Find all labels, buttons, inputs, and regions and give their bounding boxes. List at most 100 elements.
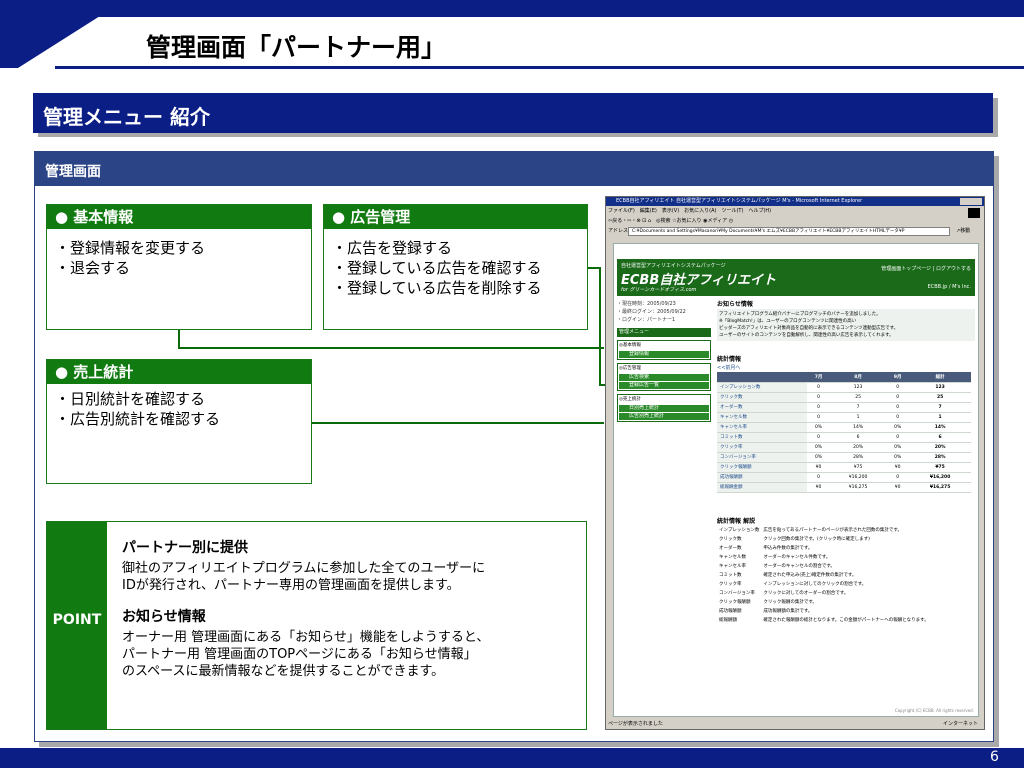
- footer-bar: [0, 748, 1024, 768]
- ad-management-item: ・登録している広告を削除する: [332, 279, 542, 297]
- explain-cell: キャンセル率: [719, 563, 746, 569]
- table-cell: 1: [909, 412, 971, 423]
- point-text: オーナー用 管理画面にある「お知らせ」機能をしようすると、: [122, 630, 490, 645]
- explain-cell: オーダーのキャンセル件数です。: [763, 554, 831, 560]
- site-banner: 自社運営型アフィリエイトシステムパッケージ ECBB自社アフィリエイト for …: [617, 259, 975, 296]
- browser-toolbar[interactable]: ⇦戻る・⇨・⊗ ⊡ ⌂ ◎検索 ☆お気に入り ◉メディア ◷: [608, 217, 733, 224]
- notice-line: アフィリエイトプログラム紹介バナーにブログマッチのバナーを追加しました。: [719, 312, 881, 317]
- table-row: コンバージョン率 0% 28% 0% 28%: [717, 452, 971, 463]
- explain-cell: 申込み件数の集計です。: [763, 545, 813, 551]
- status-bar: ページが表示されました: [608, 721, 663, 727]
- table-cell: キャンセル数: [717, 412, 807, 423]
- meta-line: ・現在時刻：2005/09/23: [617, 301, 676, 307]
- table-header: 7月: [807, 372, 831, 383]
- table-row: 成功報酬額 0 ¥16,200 0 ¥16,200: [717, 472, 971, 483]
- explain-cell: インプレッション数: [719, 527, 760, 533]
- table-cell: 0: [886, 402, 910, 413]
- table-cell: ¥75: [909, 462, 971, 473]
- table-cell: 0: [807, 432, 831, 443]
- notice-line: ユーザーのサイトのコンテンツを自動解析し、関連性の高い広告を表示してくれます。: [719, 333, 894, 338]
- sales-stats-item: ・日別統計を確認する: [55, 390, 206, 408]
- section-title: 管理メニュー 紹介: [43, 105, 210, 129]
- banner-domain: ECBB.jp / M's Inc.: [927, 284, 971, 290]
- connector-line: [599, 267, 601, 385]
- menu-group-title: ◎売上統計: [619, 397, 641, 402]
- menu-group-title: ◎基本情報: [619, 343, 641, 348]
- menu-item[interactable]: 登録情報: [619, 351, 709, 358]
- explain-table: インプレッション数 広告を貼ってあるパートナーのページが表示された回数の集計です。…: [717, 526, 971, 625]
- basic-info-item: ・退会する: [55, 259, 131, 277]
- sales-stats-item: ・広告別統計を確認する: [55, 410, 221, 428]
- table-cell: 1: [830, 412, 887, 423]
- notice-line: ※「BlogMatch!」は、ユーザーのブログコンテンツに関連性の高い: [719, 319, 857, 324]
- table-cell: 0: [807, 392, 831, 403]
- table-cell: 6: [909, 432, 971, 443]
- browser-screenshot: ECBB自社アフィリエイト 自社運営型アフィリエイトシステムパッケージ M's …: [605, 196, 985, 730]
- go-button[interactable]: ↗移動: [956, 227, 970, 234]
- table-cell: ¥0: [807, 462, 831, 473]
- table-cell: 123: [830, 382, 887, 393]
- table-cell: ¥16,275: [909, 482, 971, 493]
- explain-row: クリック率 インプレッションに対してのクリックの割合です。: [717, 580, 971, 589]
- top-rule: [55, 66, 1024, 69]
- table-header: 9月: [886, 372, 910, 383]
- explain-cell: 確定された報酬額の総計となります。この金額がパートナーへの報酬となります。: [763, 617, 929, 623]
- explain-cell: キャンセル数: [719, 554, 746, 560]
- table-cell: ¥16,275: [830, 482, 887, 493]
- menu-item[interactable]: 登録広告一覧: [619, 382, 709, 389]
- explain-cell: クリック報酬額: [719, 599, 751, 605]
- explain-cell: クリック数: [719, 536, 742, 542]
- table-row: クリック報酬額 ¥0 ¥75 ¥0 ¥75: [717, 462, 971, 473]
- table-cell: 0: [886, 412, 910, 423]
- point-label: POINT: [52, 612, 102, 628]
- point-heading: パートナー別に提供: [122, 540, 248, 556]
- explain-row: 総報酬額 確定された報酬額の総計となります。この金額がパートナーへの報酬となります…: [717, 616, 971, 625]
- site-sidebar: ・現在時刻：2005/09/23 ・最終ログイン：2005/09/22 ・ログイ…: [617, 300, 711, 422]
- address-bar[interactable]: C:¥Documents and Settings¥Masanori¥My Do…: [628, 227, 950, 236]
- table-cell: 0%: [807, 452, 831, 463]
- table-cell: 0: [886, 472, 910, 483]
- table-cell: 28%: [830, 452, 887, 463]
- connector-line: [178, 347, 604, 349]
- table-cell: 7: [909, 402, 971, 413]
- status-zone: インターネット: [942, 721, 978, 727]
- explain-cell: オーダーのキャンセルの割合です。: [763, 563, 835, 569]
- menu-group-basic: ◎基本情報 登録情報: [617, 340, 711, 360]
- explain-cell: クリック報酬の集計です。: [763, 599, 817, 605]
- table-cell: ¥16,200: [830, 472, 887, 483]
- browser-menubar[interactable]: ファイル(F) 編集(E) 表示(V) お気に入り(A) ツール(T) ヘルプ(…: [608, 207, 771, 214]
- table-cell: 0%: [807, 442, 831, 453]
- window-buttons[interactable]: [960, 198, 982, 205]
- table-cell: クリック報酬額: [717, 462, 807, 473]
- brand-tagline: 自社運営型アフィリエイトシステムパッケージ: [621, 263, 726, 269]
- table-cell: 20%: [909, 442, 971, 453]
- notice-line: ビッダーズのアフィリエイト対象商品を自動的に表示できるコンテンツ連動型広告です。: [719, 326, 899, 331]
- table-cell: 0: [807, 412, 831, 423]
- site-main: お知らせ情報 アフィリエイトプログラム紹介バナーにブログマッチのバナーを追加しま…: [717, 300, 975, 625]
- table-cell: 7: [830, 402, 887, 413]
- slide-title: 管理画面「パートナー用」: [146, 33, 447, 62]
- meta-line: ・ログイン：パートナー1: [617, 317, 676, 323]
- table-cell: 総報酬金額: [717, 482, 807, 493]
- table-cell: 0%: [807, 422, 831, 433]
- panel-title: 管理画面: [45, 164, 101, 180]
- point-text: IDが発行され、パートナー専用の管理画面を提供します。: [122, 578, 460, 593]
- banner-links[interactable]: 管理画面トップページ | ログアウトする: [881, 265, 971, 272]
- top-bar: [0, 0, 1024, 17]
- copyright: Copyright (C) ECBB. All rights reserved.: [894, 708, 974, 713]
- table-row: キャンセル率 0% 14% 0% 14%: [717, 422, 971, 433]
- table-cell: ¥75: [830, 462, 887, 473]
- menu-item[interactable]: 広告検索: [619, 374, 709, 381]
- ad-management-title: ● 広告管理: [324, 205, 587, 229]
- table-cell: 0%: [886, 452, 910, 463]
- page-number: 6: [990, 749, 999, 765]
- table-row: インプレッション数 0 123 0 123: [717, 382, 971, 393]
- sales-stats-box: ● 売上統計 ・日別統計を確認する ・広告別統計を確認する: [46, 359, 312, 484]
- sales-stats-title: ● 売上統計: [47, 360, 311, 384]
- table-cell: ¥0: [807, 482, 831, 493]
- menu-item[interactable]: 日別売上統計: [619, 405, 709, 412]
- table-cell: 0: [807, 472, 831, 483]
- menu-item[interactable]: 広告別売上統計: [619, 413, 709, 420]
- web-page: 自社運営型アフィリエイトシステムパッケージ ECBB自社アフィリエイト for …: [613, 243, 979, 717]
- prev-month-link[interactable]: <<前月へ: [717, 364, 975, 372]
